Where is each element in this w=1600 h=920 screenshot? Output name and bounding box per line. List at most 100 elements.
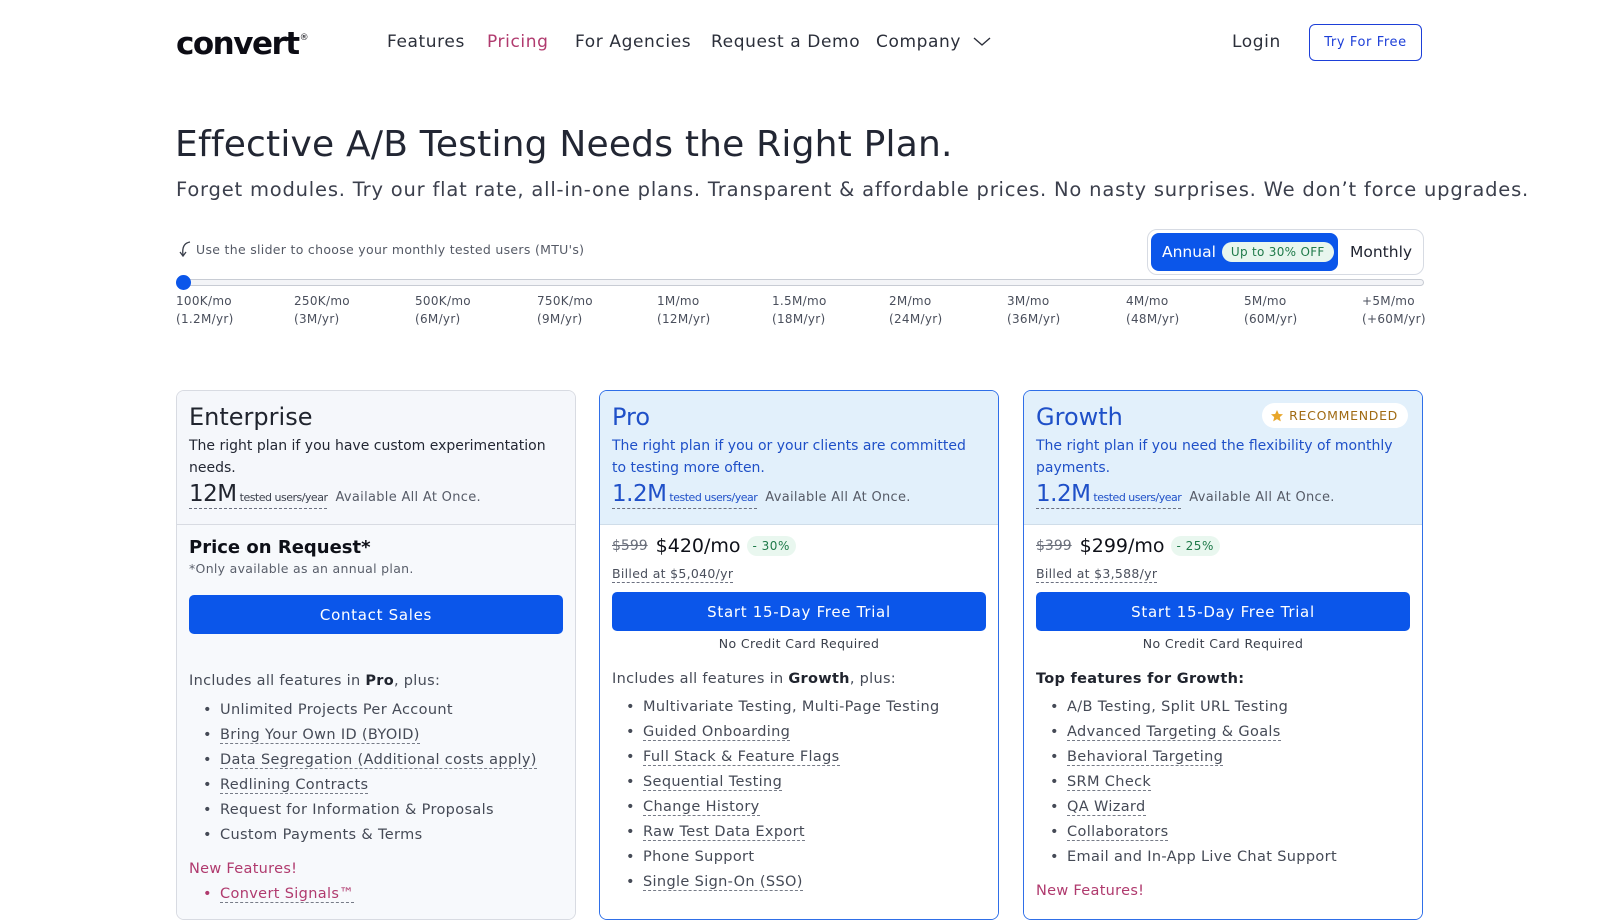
list-item: Multivariate Testing, Multi-Page Testing <box>626 697 940 722</box>
mtu-slider-track[interactable] <box>176 279 1424 286</box>
feature-list: A/B Testing, Split URL Testing Advanced … <box>1050 697 1337 872</box>
monthly-option[interactable]: Monthly <box>1350 243 1412 261</box>
list-item[interactable]: Guided Onboarding <box>626 722 940 747</box>
registered-mark: ® <box>299 33 309 43</box>
nav-pricing[interactable]: Pricing <box>487 32 549 52</box>
star-icon <box>1271 409 1284 421</box>
current-price: $420/mo <box>655 535 741 557</box>
discount-badge: - 25% <box>1170 536 1220 556</box>
list-item[interactable]: Bring Your Own ID (BYOID) <box>203 725 537 750</box>
start-trial-button[interactable]: Start 15-Day Free Trial <box>1036 592 1410 631</box>
new-features-title: New Features! <box>189 861 298 877</box>
mtu-value: 12M <box>189 481 237 507</box>
slider-tick: 5M/mo (60M/yr) <box>1244 294 1298 326</box>
chevron-down-icon <box>973 37 991 46</box>
list-item[interactable]: Collaborators <box>1050 822 1337 847</box>
feature-list: Unlimited Projects Per Account Bring You… <box>203 700 537 850</box>
nav-request-demo[interactable]: Request a Demo <box>711 32 860 52</box>
slider-tick: 100K/mo (1.2M/yr) <box>176 294 234 326</box>
contact-sales-button[interactable]: Contact Sales <box>189 595 563 634</box>
slider-tick: +5M/mo (+60M/yr) <box>1362 294 1426 326</box>
slider-hint-text: Use the slider to choose your monthly te… <box>196 241 585 257</box>
list-item[interactable]: Data Segregation (Additional costs apply… <box>203 750 537 775</box>
list-item[interactable]: QA Wizard <box>1050 797 1337 822</box>
list-item: Unlimited Projects Per Account <box>203 700 537 725</box>
list-item[interactable]: SRM Check <box>1050 772 1337 797</box>
nav-for-agencies[interactable]: For Agencies <box>575 32 691 52</box>
mtu-unit: tested users/year <box>1093 491 1182 504</box>
plan-description: The right plan if you need the flexibili… <box>1036 438 1393 476</box>
slider-tick: 1M/mo (12M/yr) <box>657 294 711 326</box>
slider-tick: 250K/mo (3M/yr) <box>294 294 350 326</box>
discount-badge: Up to 30% OFF <box>1221 242 1334 262</box>
list-item: Phone Support <box>626 847 940 872</box>
mtu-tooltip[interactable]: 1.2M tested users/year <box>1036 481 1182 509</box>
annual-option[interactable]: Annual Up to 30% OFF <box>1151 233 1338 271</box>
try-for-free-button[interactable]: Try For Free <box>1309 24 1422 61</box>
login-link[interactable]: Login <box>1232 32 1281 52</box>
list-item[interactable]: Advanced Targeting & Goals <box>1050 722 1337 747</box>
plan-mtu: 12M tested users/year Available All At O… <box>189 481 481 509</box>
billed-amount[interactable]: Billed at $5,040/yr <box>612 566 734 583</box>
billing-toggle: Annual Up to 30% OFF Monthly <box>1147 229 1424 275</box>
logo-text: convert <box>176 26 300 62</box>
includes-line: Includes all features in Growth, plus: <box>612 671 896 687</box>
new-feature-list: Convert Signals™ <box>203 884 355 909</box>
new-features-title: New Features! <box>1036 883 1145 899</box>
price-row: $599 $420/mo - 30% <box>612 535 796 557</box>
plan-name: Growth <box>1036 403 1123 431</box>
old-price: $599 <box>612 538 648 554</box>
list-item[interactable]: Convert Signals™ <box>203 884 355 909</box>
mtu-availability: Available All At Once. <box>1189 490 1335 505</box>
mtu-slider-handle[interactable] <box>176 275 191 290</box>
plan-card-growth: Growth RECOMMENDED The right plan if you… <box>1023 390 1423 920</box>
plan-card-enterprise: Enterprise The right plan if you have cu… <box>176 390 576 920</box>
annual-label: Annual <box>1162 243 1216 261</box>
mtu-unit: tested users/year <box>239 491 328 504</box>
slider-tick: 4M/mo (48M/yr) <box>1126 294 1180 326</box>
slider-tick: 1.5M/mo (18M/yr) <box>772 294 827 326</box>
nav-company[interactable]: Company <box>876 32 991 52</box>
curved-arrow-icon <box>179 241 191 258</box>
billed-amount[interactable]: Billed at $3,588/yr <box>1036 566 1158 583</box>
mtu-tooltip[interactable]: 12M tested users/year <box>189 481 328 509</box>
mtu-availability: Available All At Once. <box>765 490 911 505</box>
list-item[interactable]: Change History <box>626 797 940 822</box>
plan-card-pro: Pro The right plan if you or your client… <box>599 390 999 920</box>
current-price: $299/mo <box>1079 535 1165 557</box>
list-item[interactable]: Redlining Contracts <box>203 775 537 800</box>
plan-name: Enterprise <box>189 403 313 431</box>
slider-hint: Use the slider to choose your monthly te… <box>178 240 584 258</box>
convert-logo[interactable]: convert ® <box>176 24 309 64</box>
plan-header: Enterprise The right plan if you have cu… <box>177 391 575 525</box>
old-price: $399 <box>1036 538 1072 554</box>
top-features-title: Top features for Growth: <box>1036 671 1245 687</box>
plan-header: Pro The right plan if you or your client… <box>600 391 998 525</box>
page-subtitle: Forget modules. Try our flat rate, all-i… <box>176 178 1530 201</box>
plan-description: The right plan if you have custom experi… <box>189 438 546 476</box>
price-on-request: Price on Request* <box>189 537 371 558</box>
plan-mtu: 1.2M tested users/year Available All At … <box>612 481 911 509</box>
plan-mtu: 1.2M tested users/year Available All At … <box>1036 481 1335 509</box>
start-trial-button[interactable]: Start 15-Day Free Trial <box>612 592 986 631</box>
list-item[interactable]: Raw Test Data Export <box>626 822 940 847</box>
list-item[interactable]: Single Sign-On (SSO) <box>626 872 940 897</box>
recommended-label: RECOMMENDED <box>1289 408 1398 423</box>
plan-header: Growth RECOMMENDED The right plan if you… <box>1024 391 1422 525</box>
feature-list: Multivariate Testing, Multi-Page Testing… <box>626 697 940 897</box>
top-nav: convert ® Features Pricing For Agencies R… <box>0 0 1600 86</box>
nav-features[interactable]: Features <box>387 32 465 52</box>
list-item: Custom Payments & Terms <box>203 825 537 850</box>
mtu-availability: Available All At Once. <box>335 490 481 505</box>
list-item[interactable]: Behavioral Targeting <box>1050 747 1337 772</box>
plan-name: Pro <box>612 403 651 431</box>
page-title: Effective A/B Testing Needs the Right Pl… <box>175 124 953 165</box>
list-item[interactable]: Full Stack & Feature Flags <box>626 747 940 772</box>
includes-line: Includes all features in Pro, plus: <box>189 673 441 689</box>
mtu-tooltip[interactable]: 1.2M tested users/year <box>612 481 758 509</box>
price-row: $399 $299/mo - 25% <box>1036 535 1220 557</box>
list-item: Request for Information & Proposals <box>203 800 537 825</box>
plan-description: The right plan if you or your clients ar… <box>612 438 966 476</box>
list-item[interactable]: Sequential Testing <box>626 772 940 797</box>
mtu-value: 1.2M <box>1036 481 1091 507</box>
